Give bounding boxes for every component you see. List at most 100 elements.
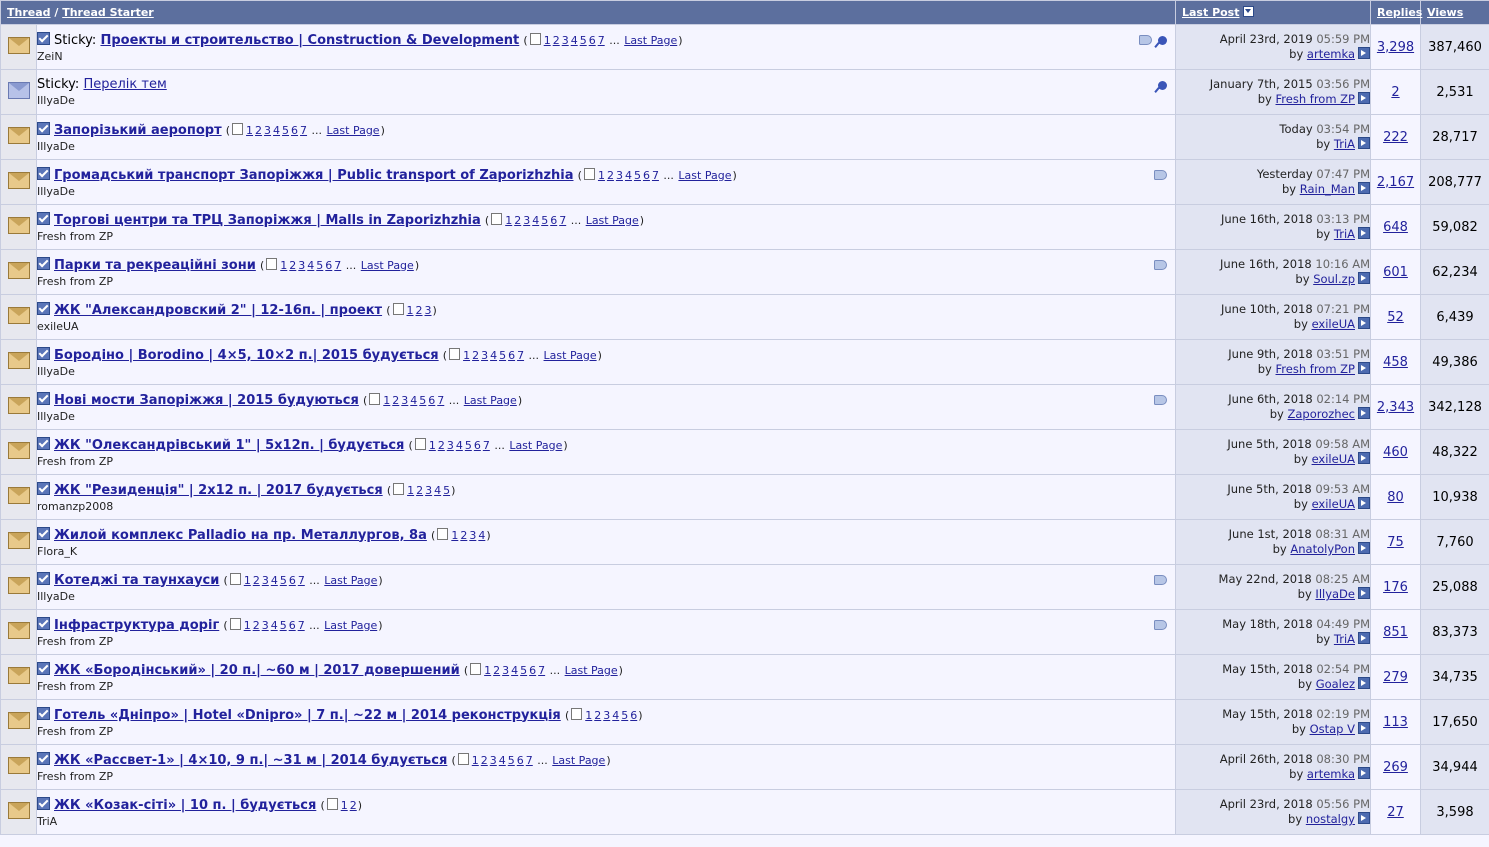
page-link[interactable]: 1 <box>407 484 414 497</box>
go-to-last-post-icon[interactable] <box>1358 137 1370 149</box>
page-link[interactable]: 1 <box>244 619 251 632</box>
page-link[interactable]: 6 <box>325 259 332 272</box>
thread-title-link[interactable]: Проекты и строительство | Construction &… <box>100 33 519 48</box>
page-link[interactable]: 2 <box>607 169 614 182</box>
page-link[interactable]: 5 <box>520 664 527 677</box>
page-link[interactable]: 1 <box>544 34 551 47</box>
page-link[interactable]: 3 <box>264 124 271 137</box>
thread-title-link[interactable]: ЖК «Рассвет-1» | 4×10, 9 п.| ~31 м | 201… <box>54 753 447 768</box>
go-to-last-post-icon[interactable] <box>1358 542 1370 554</box>
replies-count-link[interactable]: 222 <box>1383 130 1408 145</box>
replies-count-link[interactable]: 458 <box>1383 355 1408 370</box>
page-link[interactable]: 1 <box>407 304 414 317</box>
replies-count-link[interactable]: 2,167 <box>1377 175 1414 190</box>
replies-count-link[interactable]: 52 <box>1387 310 1404 325</box>
page-link[interactable]: 5 <box>443 484 450 497</box>
go-to-last-post-icon[interactable] <box>1358 362 1370 374</box>
page-link[interactable]: 4 <box>271 574 278 587</box>
go-to-last-post-icon[interactable] <box>1358 272 1370 284</box>
thread-title-link[interactable]: ЖК «Козак-сіті» | 10 п. | будується <box>54 798 316 813</box>
last-page-link[interactable]: Last Page <box>324 574 377 587</box>
last-page-link[interactable]: Last Page <box>361 259 414 272</box>
page-link[interactable]: 6 <box>517 754 524 767</box>
replies-count-link[interactable]: 3,298 <box>1377 40 1414 55</box>
thread-title-link[interactable]: Громадський транспорт Запоріжжя | Public… <box>54 168 574 183</box>
page-link[interactable]: 1 <box>246 124 253 137</box>
go-to-last-post-icon[interactable] <box>1358 767 1370 779</box>
last-poster-link[interactable]: Goalez <box>1316 677 1355 691</box>
last-page-link[interactable]: Last Page <box>464 394 517 407</box>
go-to-last-post-icon[interactable] <box>1358 677 1370 689</box>
page-link[interactable]: 7 <box>437 394 444 407</box>
last-poster-link[interactable]: AnatolyPon <box>1290 542 1355 556</box>
page-link[interactable]: 2 <box>350 799 357 812</box>
page-link[interactable]: 3 <box>562 34 569 47</box>
page-link[interactable]: 3 <box>298 259 305 272</box>
thread-title-link[interactable]: Бородіно | Borodino | 4×5, 10×2 п.| 2015… <box>54 348 439 363</box>
page-link[interactable]: 4 <box>490 349 497 362</box>
page-link[interactable]: 1 <box>505 214 512 227</box>
last-poster-link[interactable]: artemka <box>1307 767 1355 781</box>
page-link[interactable]: 7 <box>298 619 305 632</box>
page-link[interactable]: 2 <box>392 394 399 407</box>
tag-icon[interactable] <box>1139 35 1152 45</box>
page-link[interactable]: 7 <box>298 574 305 587</box>
thread-title-link[interactable]: Парки та рекреаційні зони <box>54 258 256 273</box>
page-link[interactable]: 6 <box>630 709 637 722</box>
page-link[interactable]: 3 <box>616 169 623 182</box>
page-link[interactable]: 7 <box>598 34 605 47</box>
page-link[interactable]: 4 <box>307 259 314 272</box>
page-link[interactable]: 4 <box>571 34 578 47</box>
replies-count-link[interactable]: 851 <box>1383 625 1408 640</box>
page-link[interactable]: 7 <box>526 754 533 767</box>
replies-count-link[interactable]: 2,343 <box>1377 400 1414 415</box>
page-link[interactable]: 3 <box>425 484 432 497</box>
thread-title-link[interactable]: Запорізький аеропорт <box>54 123 222 138</box>
page-link[interactable]: 3 <box>603 709 610 722</box>
page-link[interactable]: 2 <box>493 664 500 677</box>
last-page-link[interactable]: Last Page <box>544 349 597 362</box>
go-to-last-post-icon[interactable] <box>1358 227 1370 239</box>
last-poster-link[interactable]: TriA <box>1334 632 1355 646</box>
page-link[interactable]: 4 <box>625 169 632 182</box>
page-link[interactable]: 7 <box>559 214 566 227</box>
page-link[interactable]: 6 <box>508 349 515 362</box>
sort-descending-icon[interactable] <box>1242 6 1254 17</box>
page-link[interactable]: 2 <box>253 619 260 632</box>
last-page-link[interactable]: Last Page <box>509 439 562 452</box>
thread-title-link[interactable]: Готель «Дніпро» | Hotel «Dnipro» | 7 п.|… <box>54 708 561 723</box>
page-link[interactable]: 2 <box>289 259 296 272</box>
page-link[interactable]: 1 <box>463 349 470 362</box>
page-link[interactable]: 2 <box>416 484 423 497</box>
go-to-last-post-icon[interactable] <box>1358 317 1370 329</box>
page-link[interactable]: 3 <box>469 529 476 542</box>
page-link[interactable]: 1 <box>472 754 479 767</box>
thread-title-link[interactable]: ЖК "Александровский 2" | 12-16п. | проек… <box>54 303 382 318</box>
last-poster-link[interactable]: artemka <box>1307 47 1355 61</box>
go-to-last-post-icon[interactable] <box>1358 452 1370 464</box>
tag-icon[interactable] <box>1154 620 1167 630</box>
thread-title-link[interactable]: Жилой комплекс Palladio на пр. Металлург… <box>54 528 427 543</box>
go-to-last-post-icon[interactable] <box>1358 722 1370 734</box>
thread-title-link[interactable]: Інфраструктура доріг <box>54 618 219 633</box>
replies-count-link[interactable]: 279 <box>1383 670 1408 685</box>
page-link[interactable]: 4 <box>511 664 518 677</box>
replies-count-link[interactable]: 648 <box>1383 220 1408 235</box>
thread-title-link[interactable]: Перелік тем <box>83 77 166 92</box>
replies-count-link[interactable]: 113 <box>1383 715 1408 730</box>
go-to-last-post-icon[interactable] <box>1358 497 1370 509</box>
last-poster-link[interactable]: Fresh from ZP <box>1276 92 1356 106</box>
page-link[interactable]: 4 <box>410 394 417 407</box>
page-link[interactable]: 6 <box>550 214 557 227</box>
sort-lastpost-link[interactable]: Last Post <box>1182 6 1240 19</box>
last-poster-link[interactable]: IllyaDe <box>1315 587 1355 601</box>
page-link[interactable]: 5 <box>282 124 289 137</box>
last-poster-link[interactable]: TriA <box>1334 137 1355 151</box>
page-link[interactable]: 2 <box>514 214 521 227</box>
last-page-link[interactable]: Last Page <box>327 124 380 137</box>
replies-count-link[interactable]: 27 <box>1387 805 1404 820</box>
page-link[interactable]: 5 <box>465 439 472 452</box>
page-link[interactable]: 2 <box>438 439 445 452</box>
page-link[interactable]: 5 <box>508 754 515 767</box>
page-link[interactable]: 3 <box>401 394 408 407</box>
